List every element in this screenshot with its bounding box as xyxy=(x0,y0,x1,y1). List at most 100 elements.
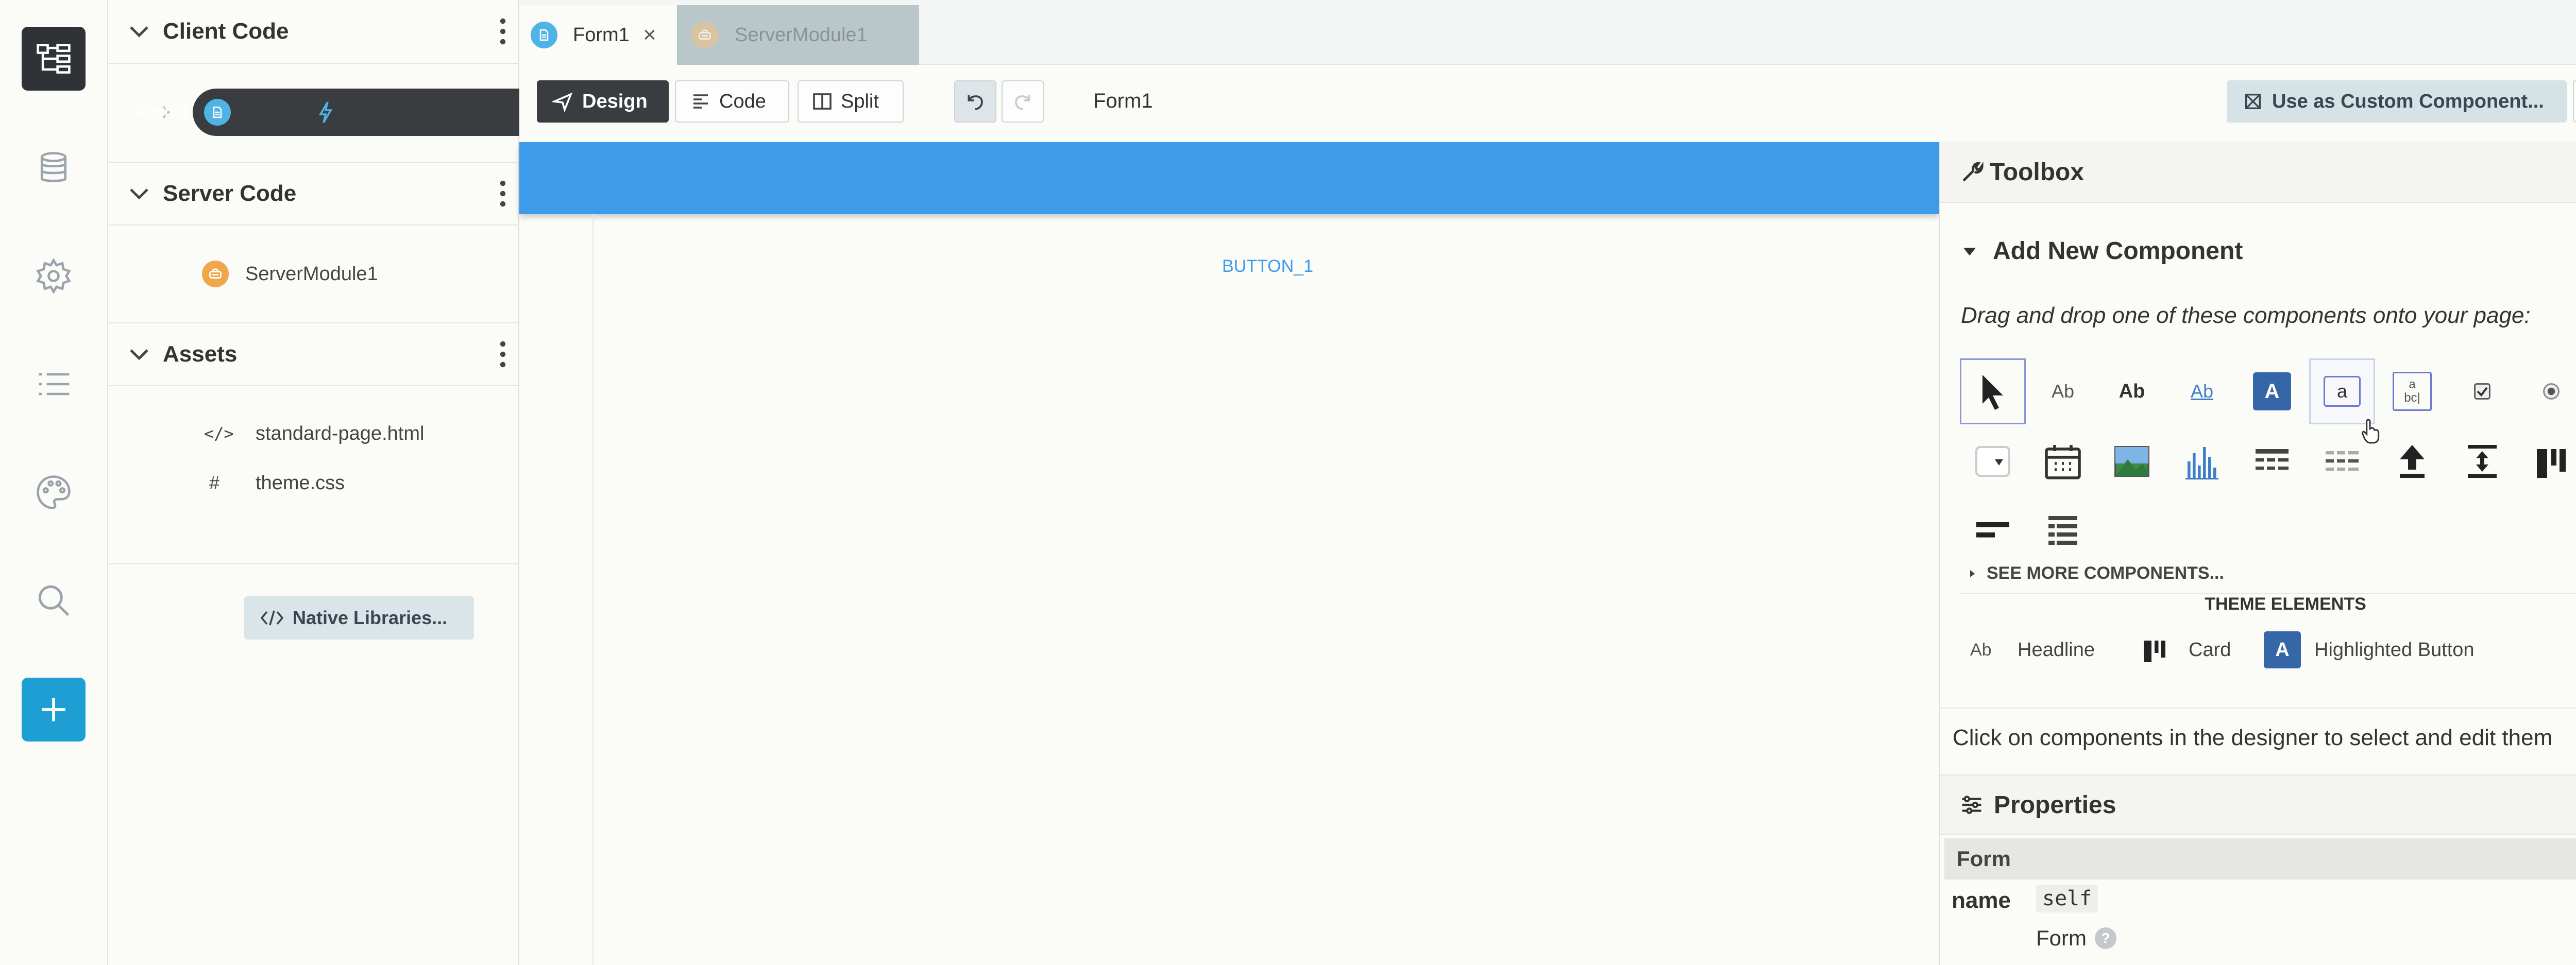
theme-item-label: Card xyxy=(2189,639,2231,661)
sidebar-item-form1[interactable]: Form1 xyxy=(135,89,519,136)
column-panel-component[interactable] xyxy=(2518,428,2576,494)
form-type-row: Form ? xyxy=(2036,926,2116,951)
image-icon xyxy=(2114,446,2149,477)
link-component[interactable]: Ab xyxy=(2169,358,2235,424)
plot-component[interactable] xyxy=(2169,428,2235,494)
bold-label-component[interactable]: Ab xyxy=(2099,358,2165,424)
sidebar-item-theme-css[interactable]: # theme.css xyxy=(209,459,345,507)
app-root: Client Code Form1 Server Code ServerModu… xyxy=(0,0,2576,965)
chevron-down-icon xyxy=(130,349,148,360)
spacer-icon xyxy=(2468,445,2497,478)
dropdown-component[interactable] xyxy=(1960,428,2026,494)
toolbox-title: Toolbox xyxy=(1990,158,2084,186)
close-icon[interactable]: × xyxy=(643,22,656,48)
server-module-icon xyxy=(202,261,229,287)
textarea-glyph-line-1: a xyxy=(2409,377,2416,391)
search-icon[interactable] xyxy=(22,568,86,632)
sidebar-item-label: standard-page.html xyxy=(256,422,425,444)
design-canvas[interactable]: BUTTON_1 xyxy=(519,142,1939,965)
properties-title: Properties xyxy=(1994,791,2116,819)
flow-panel-component[interactable] xyxy=(1960,497,2026,563)
sliders-icon xyxy=(1962,796,1981,814)
design-button[interactable]: Design xyxy=(537,80,669,123)
card-icon xyxy=(2537,449,2566,478)
data-grid-component[interactable] xyxy=(2239,428,2305,494)
property-name-key: name xyxy=(1952,888,2011,913)
client-code-header[interactable]: Client Code xyxy=(108,0,519,64)
form-navbar[interactable] xyxy=(519,142,1939,214)
repeating-panel-component[interactable] xyxy=(2309,428,2375,494)
caret-down-icon xyxy=(1963,247,1976,255)
button-component[interactable]: A xyxy=(2239,358,2305,424)
textarea-component[interactable]: a bc| xyxy=(2379,358,2445,424)
add-new-component-toggle[interactable]: Add New Component xyxy=(1961,237,2243,265)
help-icon[interactable]: ? xyxy=(2095,927,2116,949)
editor-toolbar: Design Code Split Form1 Use as Custom Co… xyxy=(519,65,2576,142)
code-label: Code xyxy=(719,90,766,112)
gear-icon[interactable] xyxy=(22,244,86,308)
redo-button[interactable] xyxy=(1002,80,1044,123)
radio-button-component[interactable] xyxy=(2518,358,2576,424)
code-button[interactable]: Code xyxy=(675,80,789,123)
textarea-glyph-line-2: bc| xyxy=(2404,391,2420,405)
split-label: Split xyxy=(841,90,879,112)
image-component[interactable] xyxy=(2099,428,2165,494)
panel-toggle-button[interactable] xyxy=(2573,80,2576,123)
code-icon: </> xyxy=(204,424,234,443)
sidebar-item-standard-page[interactable]: </> standard-page.html xyxy=(204,410,424,457)
divider xyxy=(1940,708,2576,709)
kebab-menu-icon[interactable] xyxy=(499,339,507,370)
headline-glyph: Ab xyxy=(1970,640,1992,660)
textbox-component[interactable]: a xyxy=(2309,358,2375,424)
highlighted-button-glyph: A xyxy=(2264,631,2301,668)
lightning-icon xyxy=(318,101,333,123)
checkbox-component[interactable] xyxy=(2449,358,2515,424)
tab-form1[interactable]: Form1 × xyxy=(519,5,677,65)
sidebar-item-servermodule1[interactable]: ServerModule1 xyxy=(202,250,378,298)
kebab-menu-icon[interactable] xyxy=(499,178,507,209)
file-loader-component[interactable] xyxy=(2379,428,2445,494)
upload-icon xyxy=(2400,445,2425,478)
tab-servermodule1[interactable]: ServerModule1 xyxy=(677,5,919,65)
app-tree-icon[interactable] xyxy=(22,27,86,91)
assets-header[interactable]: Assets xyxy=(108,322,519,386)
toolbox-panel: Toolbox ? Add New Component Drag and dro… xyxy=(1939,142,2576,965)
add-icon[interactable] xyxy=(22,678,86,742)
chevron-down-icon xyxy=(130,188,148,200)
date-picker-component[interactable] xyxy=(2030,428,2096,494)
linear-panel-component[interactable] xyxy=(2030,497,2096,563)
see-more-components-toggle[interactable]: SEE MORE COMPONENTS... xyxy=(1967,563,2224,583)
canvas-button-1[interactable]: BUTTON_1 xyxy=(1222,256,1313,277)
palette-icon[interactable] xyxy=(22,460,86,524)
theme-item-card[interactable]: Card xyxy=(2139,629,2231,670)
split-button[interactable]: Split xyxy=(798,80,904,123)
chevron-down-icon xyxy=(130,26,148,38)
sidebar-item-label: ServerModule1 xyxy=(245,263,378,285)
toolbox-header: Toolbox ? xyxy=(1940,142,2576,203)
theme-item-headline[interactable]: Ab Headline xyxy=(1970,629,2095,670)
label-component[interactable]: Ab xyxy=(2030,358,2096,424)
divider xyxy=(108,563,519,564)
file-tree: Client Code Form1 Server Code ServerModu… xyxy=(108,0,519,965)
editor-tab-bar: Form1 × ServerModule1 xyxy=(519,0,2576,65)
list-icon[interactable] xyxy=(22,352,86,416)
properties-group-form[interactable]: Form xyxy=(1944,838,2576,880)
add-new-component-label: Add New Component xyxy=(1993,237,2243,265)
custom-component-label: Use as Custom Component... xyxy=(2272,90,2544,112)
tab-label: Form1 xyxy=(573,24,630,46)
native-libraries-button[interactable]: Native Libraries... xyxy=(244,596,474,640)
icon-rail xyxy=(0,0,108,965)
undo-button[interactable] xyxy=(954,80,996,123)
repeating-panel-icon xyxy=(2326,451,2359,471)
pointer-tool[interactable] xyxy=(1960,358,2026,424)
spacer-component[interactable] xyxy=(2449,428,2515,494)
server-code-header[interactable]: Server Code xyxy=(108,162,519,226)
sidebar-item-label: theme.css xyxy=(256,472,345,494)
theme-item-highlighted-button[interactable]: A Highlighted Button xyxy=(2264,629,2475,670)
database-icon[interactable] xyxy=(22,136,86,200)
kebab-menu-icon[interactable] xyxy=(499,16,507,47)
use-as-custom-component-button[interactable]: Use as Custom Component... xyxy=(2227,80,2567,123)
section-title: Server Code xyxy=(163,181,297,206)
form-type-label: Form xyxy=(2036,926,2087,950)
property-name-value[interactable]: self xyxy=(2036,885,2098,912)
